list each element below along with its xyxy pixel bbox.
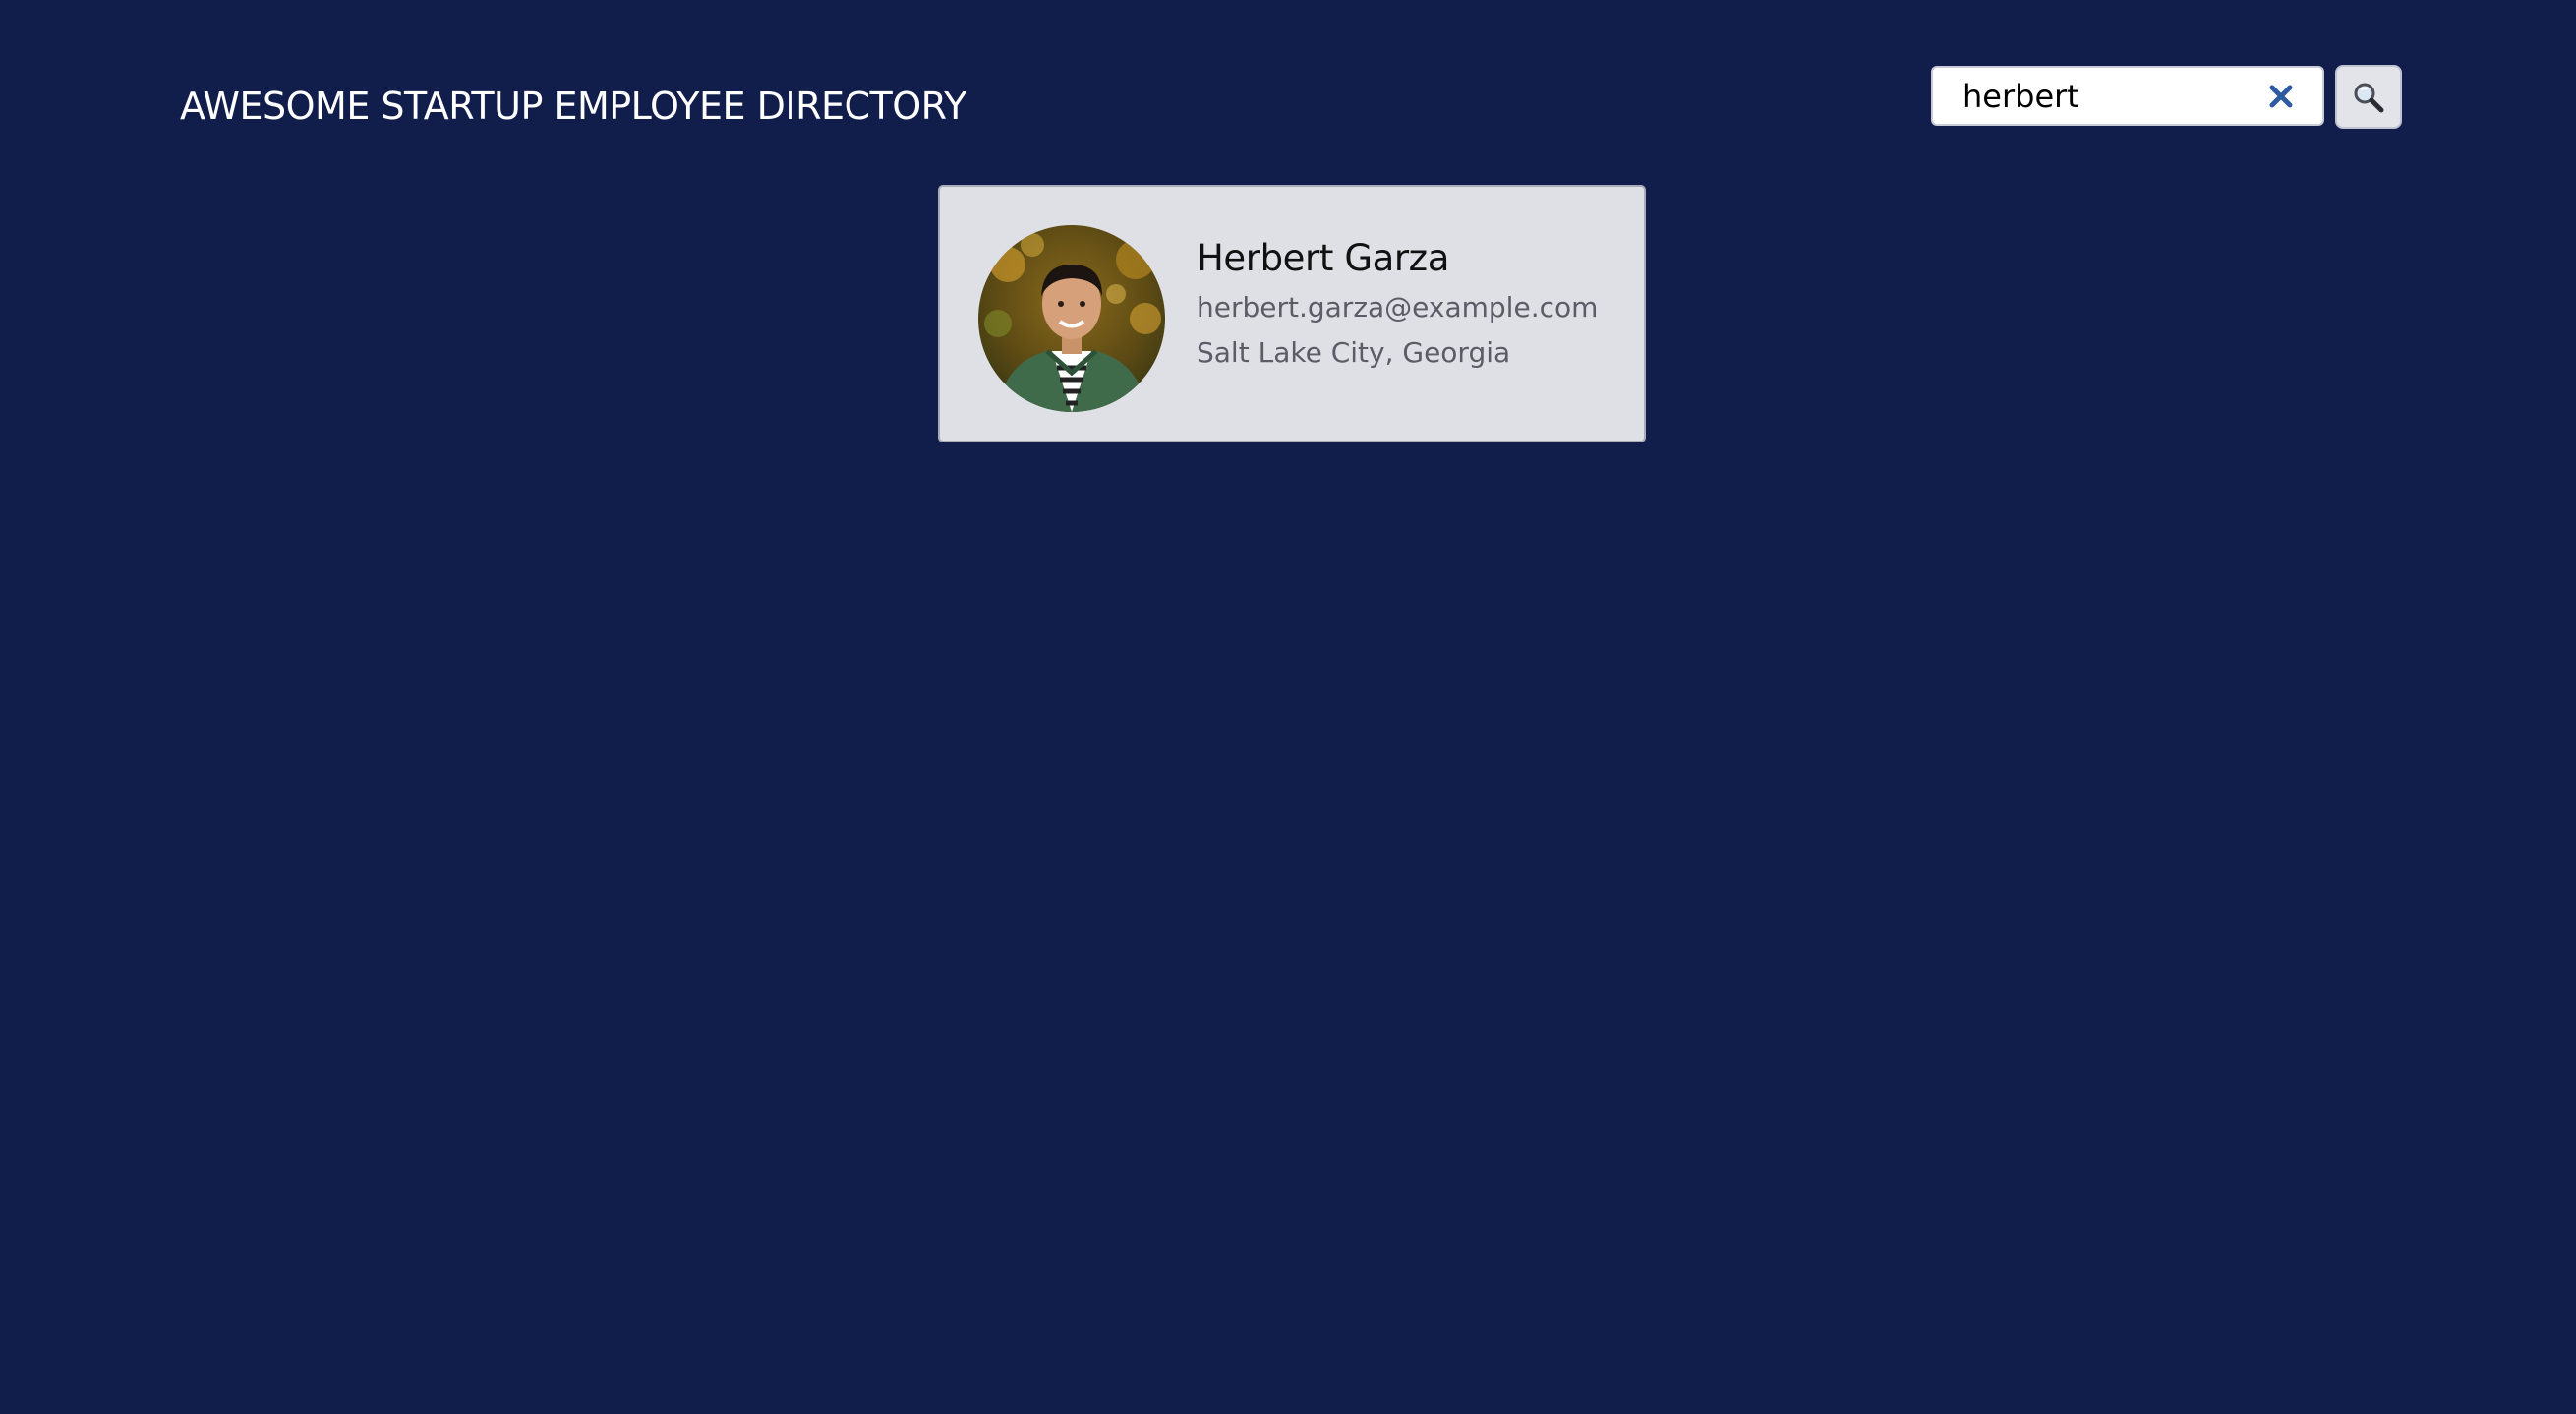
- magnifier-icon: [2354, 83, 2384, 112]
- employee-info: Herbert Garza herbert.garza@example.com …: [1197, 236, 1598, 376]
- search-input[interactable]: [1962, 68, 2257, 124]
- search-button[interactable]: [2335, 65, 2402, 129]
- search-box: [1931, 66, 2324, 126]
- person-photo: [978, 225, 1165, 412]
- clear-search-button[interactable]: [2263, 79, 2299, 114]
- employee-email: herbert.garza@example.com: [1197, 291, 1599, 324]
- employee-location: Salt Lake City, Georgia: [1197, 336, 1511, 369]
- employee-card[interactable]: Herbert Garza herbert.garza@example.com …: [938, 185, 1646, 442]
- page-title: AWESOME STARTUP EMPLOYEE DIRECTORY: [180, 85, 966, 128]
- employee-name: Herbert Garza: [1197, 237, 1449, 279]
- avatar: [978, 225, 1165, 412]
- close-icon: [2269, 85, 2293, 108]
